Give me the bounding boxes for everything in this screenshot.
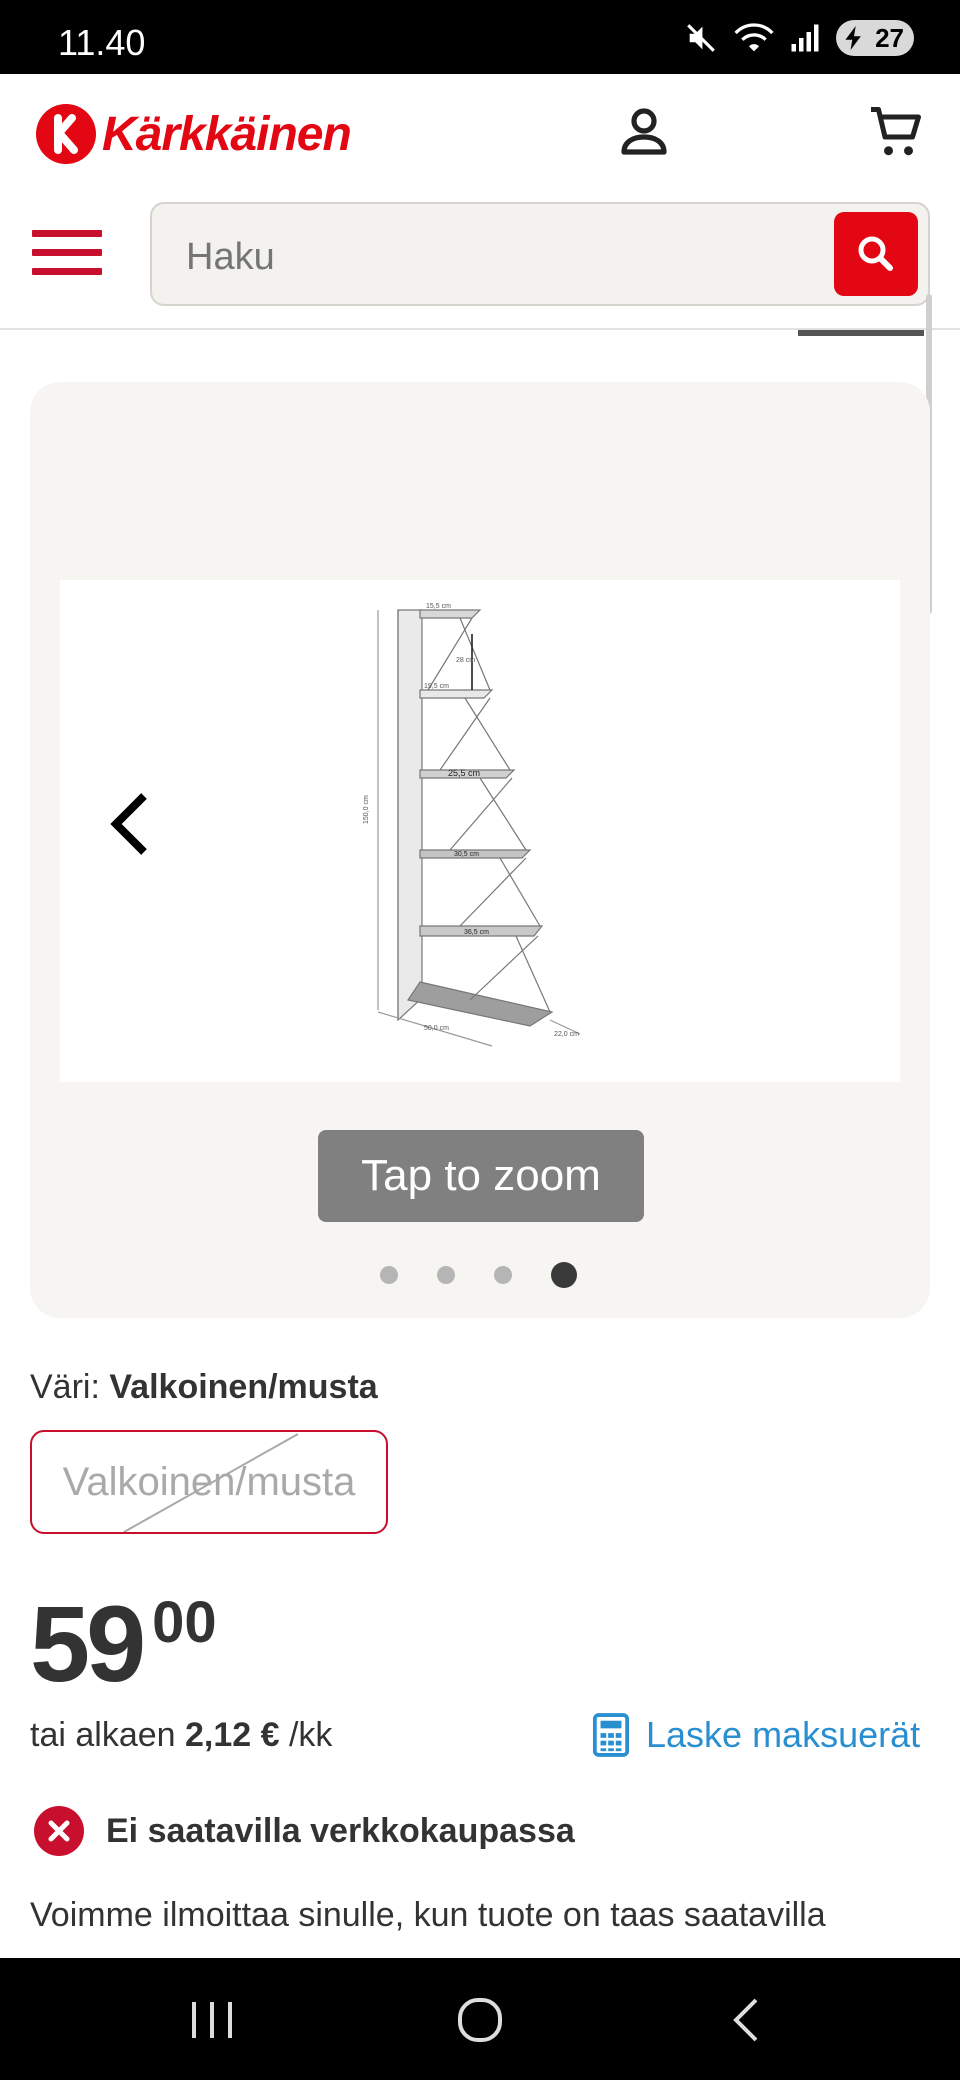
color-value: Valkoinen/musta: [109, 1368, 378, 1406]
color-label-prefix: Väri:: [30, 1368, 100, 1406]
charging-icon: [845, 26, 861, 50]
user-icon: [621, 108, 667, 155]
price: 59 00: [30, 1590, 217, 1698]
svg-text:22,0 cm: 22,0 cm: [554, 1031, 579, 1038]
installment-prefix: tai alkaen: [30, 1716, 176, 1754]
price-euros: 59: [30, 1583, 146, 1704]
installment-suffix: /kk: [288, 1716, 333, 1754]
gallery-dot[interactable]: [437, 1266, 455, 1284]
svg-text:28 cm: 28 cm: [456, 657, 475, 664]
menu-icon-bar: [32, 249, 102, 256]
svg-text:19,5 cm: 19,5 cm: [424, 683, 449, 690]
account-button[interactable]: [616, 104, 672, 160]
mute-icon: [687, 24, 715, 52]
cart-button[interactable]: [866, 102, 926, 162]
svg-text:15,5 cm: 15,5 cm: [426, 603, 451, 610]
cart-icon: [871, 107, 921, 156]
search-icon: [858, 236, 893, 271]
back-button[interactable]: [716, 1988, 780, 2052]
calculate-installments-link[interactable]: Laske maksuerät: [592, 1712, 920, 1758]
gallery-prev-button[interactable]: [100, 782, 160, 866]
strikethrough-icon: [123, 1433, 299, 1532]
signal-icon: [791, 24, 819, 52]
gallery-dot[interactable]: [494, 1266, 512, 1284]
recent-apps-icon: [192, 2002, 232, 2038]
back-icon: [733, 1998, 758, 2042]
site-header: Kärkkäinen: [0, 74, 960, 614]
system-navigation-bar: [0, 1958, 960, 2080]
price-cents: 00: [152, 1590, 217, 1655]
wifi-icon: [734, 23, 774, 52]
gallery-dot-active[interactable]: [551, 1262, 577, 1288]
menu-icon-bar: [32, 268, 102, 275]
svg-text:36,5 cm: 36,5 cm: [464, 929, 489, 936]
tap-to-zoom-button[interactable]: Tap to zoom: [318, 1130, 644, 1222]
color-label: Väri: Valkoinen/musta: [30, 1368, 378, 1407]
recent-apps-button[interactable]: [180, 1988, 244, 2052]
battery-indicator: 27: [836, 20, 914, 56]
home-icon: [458, 1998, 502, 2042]
menu-icon-bar: [32, 230, 102, 237]
shelf-dimension-drawing: 15,5 cm 28 cm 19,5 cm 25,5 cm 150,0 cm 3…: [363, 603, 581, 1047]
notify-text: Voimme ilmoittaa sinulle, kun tuote on t…: [30, 1896, 826, 1934]
chevron-left-icon: [110, 793, 147, 855]
status-bar: 11.40 27: [0, 0, 960, 74]
availability-text: Ei saatavilla verkkokaupassa: [106, 1811, 575, 1850]
menu-button[interactable]: [32, 230, 102, 276]
color-option-unavailable[interactable]: Valkoinen/musta: [30, 1430, 388, 1534]
product-gallery: 15,5 cm 28 cm 19,5 cm 25,5 cm 150,0 cm 3…: [30, 382, 930, 1318]
unavailable-icon: [34, 1806, 84, 1856]
product-image[interactable]: 15,5 cm 28 cm 19,5 cm 25,5 cm 150,0 cm 3…: [60, 580, 900, 1082]
logo-text: Kärkkäinen: [102, 107, 352, 161]
installment-text: tai alkaen 2,12 € /kk: [30, 1716, 332, 1755]
header-divider: [798, 330, 924, 336]
status-icons: 27: [684, 20, 914, 56]
search-box: [150, 202, 930, 306]
logo[interactable]: Kärkkäinen: [36, 104, 352, 164]
calculator-icon: [592, 1713, 630, 1757]
status-time: 11.40: [58, 22, 146, 63]
gallery-pagination: [380, 1262, 616, 1288]
availability-status: Ei saatavilla verkkokaupassa: [34, 1806, 575, 1856]
installment-amount: 2,12 €: [185, 1716, 280, 1754]
search-button[interactable]: [834, 212, 918, 296]
calculate-installments-label: Laske maksuerät: [646, 1714, 921, 1755]
battery-level: 27: [875, 22, 904, 53]
home-button[interactable]: [448, 1988, 512, 2052]
logo-mark-icon: [36, 104, 96, 164]
gallery-dot[interactable]: [380, 1266, 398, 1284]
svg-text:25,5 cm: 25,5 cm: [448, 768, 480, 778]
svg-text:50,0 cm: 50,0 cm: [424, 1025, 449, 1032]
search-input[interactable]: [186, 236, 786, 279]
svg-text:150,0 cm: 150,0 cm: [363, 795, 370, 824]
svg-text:30,5 cm: 30,5 cm: [454, 851, 479, 858]
